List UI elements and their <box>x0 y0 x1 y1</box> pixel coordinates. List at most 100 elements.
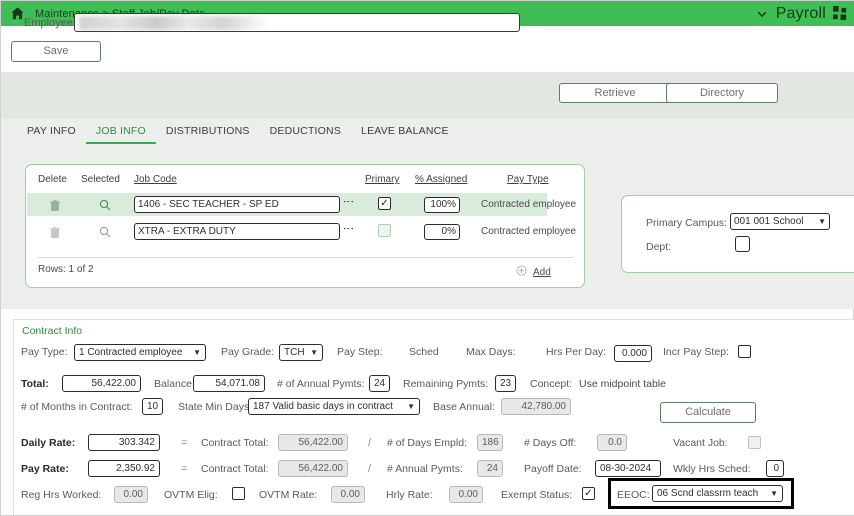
ovtm-rate-input: 0.00 <box>331 486 365 503</box>
reg-hrs-worked-label: Reg Hrs Worked: <box>21 489 102 501</box>
employee-label: Employee: <box>24 17 76 29</box>
dept-label: Dept: <box>646 241 672 253</box>
chevron-down-icon: ▼ <box>818 217 826 226</box>
annual-pymts-input-2: 24 <box>477 460 503 477</box>
state-min-days-select[interactable]: 187 Valid basic days in contract ▼ <box>248 398 420 415</box>
concept-value: Use midpoint table <box>579 378 666 390</box>
retrieve-button[interactable]: Retrieve <box>559 83 671 103</box>
chevron-down-icon[interactable] <box>756 7 769 20</box>
chevron-down-icon: ▼ <box>310 348 318 357</box>
primary-campus-value: 001 001 School <box>734 216 804 227</box>
primary-campus-card: Primary Campus: 001 001 School ▼ Dept: <box>621 195 854 273</box>
state-min-days-label: State Min Days: <box>178 401 253 413</box>
state-min-days-value: 187 Valid basic days in contract <box>253 401 393 412</box>
eeoc-label: EEOC: <box>617 489 650 501</box>
employee-input[interactable] <box>74 13 520 32</box>
hrs-per-day-input[interactable]: 0.000 <box>614 345 652 362</box>
add-link[interactable]: Add <box>533 267 551 278</box>
job-code-input-2[interactable]: XTRA - EXTRA DUTY <box>134 223 340 240</box>
contract-info-title: Contract Info <box>22 325 83 337</box>
balance-label: Balance: <box>154 378 195 390</box>
header-delete: Delete <box>38 174 67 185</box>
magnifier-icon[interactable] <box>98 224 112 239</box>
calculate-button[interactable]: Calculate <box>660 402 756 423</box>
tab-deductions[interactable]: DEDUCTIONS <box>260 119 351 142</box>
incr-pay-step-label: Incr Pay Step: <box>663 346 729 358</box>
balance-input[interactable]: 54,071.08 <box>193 375 265 392</box>
annual-pymts-label: # of Annual Pymts: <box>277 378 365 390</box>
reg-hrs-worked-input: 0.00 <box>114 486 148 503</box>
pay-step-label: Pay Step: <box>337 346 383 358</box>
pay-type-value-2: Contracted employee <box>481 226 577 237</box>
add-row-control[interactable]: Add <box>516 263 551 281</box>
wkly-hrs-sched-label: Wkly Hrs Sched: <box>673 463 751 475</box>
tab-pay-info[interactable]: PAY INFO <box>17 119 86 142</box>
days-empld-label: # of Days Empld: <box>387 437 467 449</box>
payoff-date-label: Payoff Date: <box>524 463 582 475</box>
days-off-input: 0.0 <box>597 434 627 451</box>
remaining-pymts-label: Remaining Pymts: <box>403 378 489 390</box>
divide-sign-1: / <box>368 437 372 449</box>
equals-sign-1: = <box>181 437 188 449</box>
equals-sign-2: = <box>181 463 188 475</box>
tab-leave-balance[interactable]: LEAVE BALANCE <box>351 119 459 142</box>
ovtm-elig-checkbox[interactable] <box>232 487 245 500</box>
tab-distributions[interactable]: DISTRIBUTIONS <box>156 119 260 142</box>
wkly-hrs-sched-input[interactable]: 0 <box>766 460 784 477</box>
trash-icon[interactable] <box>48 197 62 212</box>
days-off-label: # Days Off: <box>524 437 577 449</box>
action-toolbar <box>1 26 854 72</box>
header-selected: Selected <box>81 174 120 185</box>
job-code-input-1[interactable]: 1406 - SEC TEACHER - SP ED <box>134 196 340 213</box>
eeoc-value: 06 Scnd classrm teach <box>657 488 759 499</box>
incr-pay-step-checkbox[interactable] <box>738 345 751 358</box>
kebab-menu-icon-2[interactable]: ⋮ <box>342 223 354 234</box>
max-days-label: Max Days: <box>466 346 516 358</box>
payoff-date-input[interactable]: 08-30-2024 <box>595 460 661 477</box>
pay-type-value: 1 Contracted employee <box>79 347 183 358</box>
days-empld-input: 186 <box>477 434 503 451</box>
plus-circle-icon[interactable] <box>516 263 527 281</box>
months-in-contract-input[interactable]: 10 <box>142 398 163 415</box>
pay-rate-input[interactable]: 2,350.92 <box>88 460 160 477</box>
percent-assigned-2[interactable]: 0% <box>424 224 460 240</box>
header-primary: Primary <box>365 174 400 185</box>
table-divider <box>38 257 574 258</box>
home-icon[interactable] <box>9 6 25 22</box>
primary-campus-select[interactable]: 001 001 School ▼ <box>730 213 830 230</box>
primary-checkbox-1[interactable]: ✓ <box>378 197 391 210</box>
percent-assigned-1[interactable]: 100% <box>424 197 460 213</box>
tab-job-info[interactable]: JOB INFO <box>85 119 156 144</box>
save-button[interactable]: Save <box>11 41 101 62</box>
eeoc-select[interactable]: 06 Scnd classrm teach ▼ <box>652 485 783 502</box>
dept-input[interactable] <box>735 236 750 252</box>
pay-type-label: Pay Type: <box>21 346 68 358</box>
pay-grade-select[interactable]: TCH ▼ <box>279 344 323 361</box>
daily-rate-input[interactable]: 303.342 <box>88 434 160 451</box>
employee-value-redacted <box>79 16 269 30</box>
primary-checkbox-2[interactable] <box>378 224 391 237</box>
primary-campus-label: Primary Campus: <box>646 217 728 229</box>
kebab-menu-icon-1[interactable]: ⋮ <box>342 196 354 207</box>
total-input[interactable]: 56,422.00 <box>62 375 141 392</box>
chevron-down-icon: ▼ <box>407 402 415 411</box>
header-percent-assigned: % Assigned <box>415 174 468 185</box>
ovtm-rate-label: OVTM Rate: <box>259 489 318 501</box>
trash-icon[interactable] <box>48 224 62 239</box>
daily-rate-label: Daily Rate: <box>21 437 76 449</box>
pay-type-select[interactable]: 1 Contracted employee ▼ <box>74 344 206 361</box>
magnifier-icon[interactable] <box>98 197 112 212</box>
app-window: Maintenance > Staff Job/Pay Data Payroll… <box>0 0 854 516</box>
sched-label: Sched <box>409 346 439 358</box>
grid-apps-icon[interactable] <box>833 6 848 21</box>
directory-button[interactable]: Directory <box>666 83 778 103</box>
vacant-job-label: Vacant Job: <box>673 437 728 449</box>
remaining-pymts-input[interactable]: 23 <box>495 375 516 392</box>
vacant-job-checkbox[interactable] <box>748 436 761 449</box>
annual-pymts-input[interactable]: 24 <box>369 375 390 392</box>
base-annual-input: 42,780.00 <box>501 398 571 415</box>
pay-grade-label: Pay Grade: <box>221 346 275 358</box>
pay-grade-value: TCH <box>284 347 305 358</box>
exempt-status-checkbox[interactable]: ✓ <box>582 487 595 500</box>
divide-sign-2: / <box>368 463 372 475</box>
